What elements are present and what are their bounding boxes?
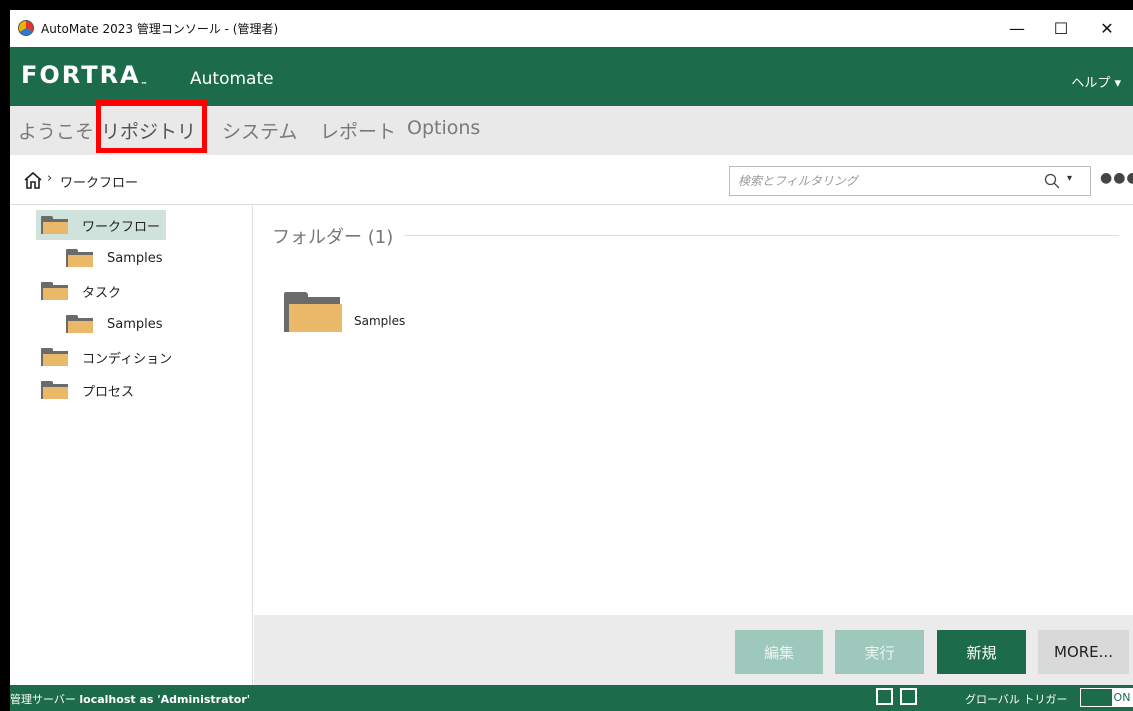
- app-window: AutoMate 2023 管理コンソール - (管理者) — ☐ ✕ FORT…: [10, 10, 1133, 711]
- edit-button[interactable]: 編集: [735, 630, 823, 674]
- tree-item-label: プロセス: [82, 384, 135, 400]
- tree-item-tasks-samples[interactable]: Samples: [66, 309, 163, 339]
- active-tab-indicator: [98, 150, 198, 153]
- breadcrumb-separator: ›: [47, 171, 53, 186]
- toggle-state: ON: [1112, 689, 1132, 706]
- global-trigger-label: グローバル トリガー: [965, 693, 1068, 706]
- section-divider: [404, 235, 1119, 236]
- product-name: Automate: [190, 69, 274, 89]
- tree-item-tasks[interactable]: タスク: [41, 276, 121, 306]
- layout-panel-icon[interactable]: [900, 688, 917, 705]
- search-box: ▾: [729, 166, 1091, 196]
- tab-repository[interactable]: リポジトリ: [101, 117, 196, 144]
- maximize-button[interactable]: ☐: [1039, 14, 1083, 42]
- tree-item-processes[interactable]: プロセス: [41, 375, 134, 405]
- folder-icon: [41, 348, 68, 366]
- more-options-icon[interactable]: ●●●: [1100, 170, 1133, 186]
- tree-item-label: Samples: [107, 250, 163, 266]
- minimize-button[interactable]: —: [995, 14, 1039, 42]
- action-bar: 編集 実行 新規 MORE...: [254, 615, 1133, 685]
- tab-system[interactable]: システム: [222, 117, 297, 144]
- tree-item-label: ワークフロー: [82, 219, 161, 235]
- folder-icon: [41, 282, 68, 300]
- tree-item-conditions[interactable]: コンディション: [41, 342, 172, 372]
- folder-tree: ワークフロー Samples タスク Samples コンディション プロセス: [10, 206, 253, 686]
- tab-options[interactable]: Options: [407, 117, 480, 139]
- more-button[interactable]: MORE...: [1038, 630, 1129, 674]
- close-button[interactable]: ✕: [1085, 14, 1129, 42]
- new-button[interactable]: 新規: [937, 630, 1026, 674]
- tree-item-label: コンディション: [82, 351, 173, 367]
- search-icon[interactable]: [1044, 173, 1060, 189]
- tree-item-workflow[interactable]: ワークフロー: [36, 210, 167, 240]
- global-trigger-toggle[interactable]: ON: [1080, 688, 1133, 707]
- tab-reports[interactable]: レポート: [320, 117, 396, 144]
- tree-item-workflow-samples[interactable]: Samples: [66, 243, 163, 273]
- title-bar: AutoMate 2023 管理コンソール - (管理者) — ☐ ✕: [10, 10, 1133, 47]
- tree-item-label: タスク: [82, 285, 122, 301]
- window-title: AutoMate 2023 管理コンソール - (管理者): [41, 22, 279, 36]
- content-panel: フォルダー (1) Samples: [254, 206, 1133, 629]
- home-icon[interactable]: [23, 171, 43, 189]
- tree-item-label: Samples: [107, 316, 163, 332]
- status-bar: 管理サーバー localhost as 'Administrator' グローバ…: [10, 685, 1133, 711]
- folder-icon: [66, 249, 93, 267]
- folder-icon: [41, 381, 68, 399]
- automate-app-icon: [18, 20, 34, 36]
- main-tabs: ようこそ リポジトリ システム レポート Options: [10, 106, 1133, 155]
- tab-welcome[interactable]: ようこそ: [18, 117, 94, 144]
- brand-header: FORTRA™ Automate ヘルプ ▾: [10, 47, 1133, 106]
- search-input[interactable]: [738, 172, 1018, 190]
- breadcrumb-current[interactable]: ワークフロー: [60, 172, 138, 191]
- breadcrumb-bar: › ワークフロー ▾ ●●●: [10, 155, 1133, 205]
- section-title: フォルダー (1): [272, 227, 394, 248]
- folder-icon: [66, 315, 93, 333]
- search-options-chevron-down-icon[interactable]: ▾: [1067, 173, 1072, 184]
- folder-item-label[interactable]: Samples: [354, 314, 405, 328]
- run-button[interactable]: 実行: [835, 630, 924, 674]
- server-status: 管理サーバー localhost as 'Administrator': [10, 693, 251, 706]
- folder-icon[interactable]: [284, 292, 342, 332]
- folder-icon: [41, 216, 68, 234]
- fortra-logo: FORTRA™: [21, 61, 148, 89]
- help-menu[interactable]: ヘルプ ▾: [1071, 72, 1121, 91]
- layout-split-icon[interactable]: [876, 688, 893, 705]
